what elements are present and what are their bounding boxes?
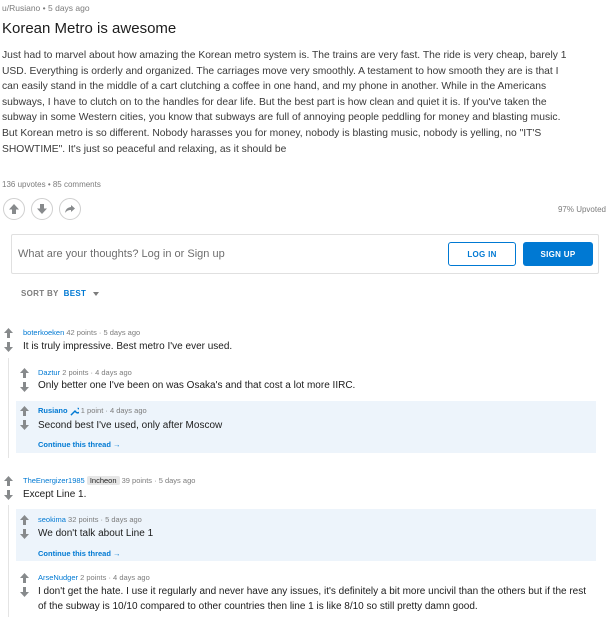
thread-line: [8, 505, 9, 617]
upvote-icon[interactable]: [4, 328, 13, 338]
downvote-icon[interactable]: [20, 420, 29, 430]
post-meta: u/Rusiano • 5 days ago: [2, 3, 90, 13]
arrow-down-icon: [37, 204, 47, 214]
comment-box[interactable]: What are your thoughts? Log in or Sign u…: [11, 234, 599, 274]
comment-text: Only better one I've been on was Osaka's…: [38, 380, 356, 391]
upvote-icon[interactable]: [20, 573, 29, 583]
comment-meta: TheEnergizer1985 Incheon 39 points · 5 d…: [23, 476, 195, 485]
comment-points: 2 points · 4 days ago: [80, 573, 150, 582]
share-button[interactable]: [59, 198, 81, 220]
comment: TheEnergizer1985 Incheon 39 points · 5 d…: [4, 476, 594, 504]
chevron-down-icon: [93, 291, 100, 296]
sort-dropdown[interactable]: SORT BY BEST: [21, 289, 100, 298]
comment: boterkoeken 42 points · 5 days ago It is…: [4, 328, 594, 356]
sort-label: SORT BY: [21, 289, 59, 298]
downvote-icon[interactable]: [20, 529, 29, 539]
comment-author[interactable]: seokima: [38, 515, 66, 524]
comment: ArseNudger 2 points · 4 days ago I don't…: [20, 573, 596, 621]
comment-meta: ArseNudger 2 points · 4 days ago: [38, 573, 150, 582]
comment-author[interactable]: Daztur: [38, 368, 60, 377]
comment-points: 42 points · 5 days ago: [66, 328, 141, 337]
post-stats: 136 upvotes • 85 comments: [2, 180, 101, 189]
meta-separator: •: [42, 3, 46, 13]
downvote-icon[interactable]: [20, 587, 29, 597]
comment-author[interactable]: boterkoeken: [23, 328, 64, 337]
comment-text: It is truly impressive. Best metro I've …: [23, 341, 233, 352]
comment-text: Second best I've used, only after Moscow: [38, 420, 223, 431]
post-title: Korean Metro is awesome: [2, 20, 177, 37]
login-button[interactable]: LOG IN: [448, 242, 516, 266]
upvote-ratio: 97% Upvoted: [557, 205, 606, 214]
comment-points: 32 points · 5 days ago: [68, 515, 142, 524]
upvote-icon[interactable]: [20, 406, 29, 416]
arrow-up-icon: [9, 204, 19, 214]
comment-author[interactable]: Rusiano: [38, 406, 68, 415]
post-body: Just had to marvel about how amazing the…: [2, 50, 567, 155]
continue-thread-link[interactable]: Continue this thread →: [38, 440, 121, 449]
post-author[interactable]: u/Rusiano: [2, 3, 40, 13]
post-actions: [3, 198, 81, 220]
comment-meta: boterkoeken 42 points · 5 days ago: [23, 328, 140, 337]
comment-meta: Daztur 2 points · 4 days ago: [38, 368, 132, 377]
comment-text: I don't get the hate. I use it regularly…: [38, 586, 587, 612]
upvote-icon[interactable]: [20, 368, 29, 378]
comment-author[interactable]: ArseNudger: [38, 573, 78, 582]
upvote-icon[interactable]: [4, 476, 13, 486]
comment-points: 2 points · 4 days ago: [62, 368, 132, 377]
comment-meta: Rusiano 1 point · 4 days ago: [38, 406, 147, 416]
downvote-icon[interactable]: [4, 342, 13, 352]
post-age: 5 days ago: [48, 3, 90, 13]
comment-points: 1 point · 4 days ago: [80, 406, 147, 415]
continue-thread-link[interactable]: Continue this thread →: [38, 549, 121, 558]
mod-wrench-icon: [70, 407, 81, 416]
downvote-icon[interactable]: [4, 490, 13, 500]
upvote-button[interactable]: [3, 198, 25, 220]
upvote-icon[interactable]: [20, 515, 29, 525]
comment-highlighted: Rusiano 1 point · 4 days ago Second best…: [16, 401, 596, 453]
downvote-button[interactable]: [31, 198, 53, 220]
share-icon: [65, 205, 75, 213]
comment-points: 39 points · 5 days ago: [121, 476, 196, 485]
comment: Daztur 2 points · 4 days ago Only better…: [20, 368, 596, 396]
downvote-icon[interactable]: [20, 382, 29, 392]
sort-value[interactable]: BEST: [64, 289, 87, 298]
comment-highlighted: seokima 32 points · 5 days ago We don't …: [16, 509, 596, 561]
comment-author[interactable]: TheEnergizer1985: [23, 476, 85, 485]
comment-text: We don't talk about Line 1: [38, 528, 154, 539]
comment-meta: seokima 32 points · 5 days ago: [38, 515, 142, 524]
signup-button[interactable]: SIGN UP: [523, 242, 593, 266]
user-flair: Incheon: [86, 476, 120, 485]
thread-line: [8, 358, 9, 458]
comment-text: Except Line 1.: [23, 489, 87, 500]
comment-placeholder[interactable]: What are your thoughts? Log in or Sign u…: [18, 248, 225, 260]
